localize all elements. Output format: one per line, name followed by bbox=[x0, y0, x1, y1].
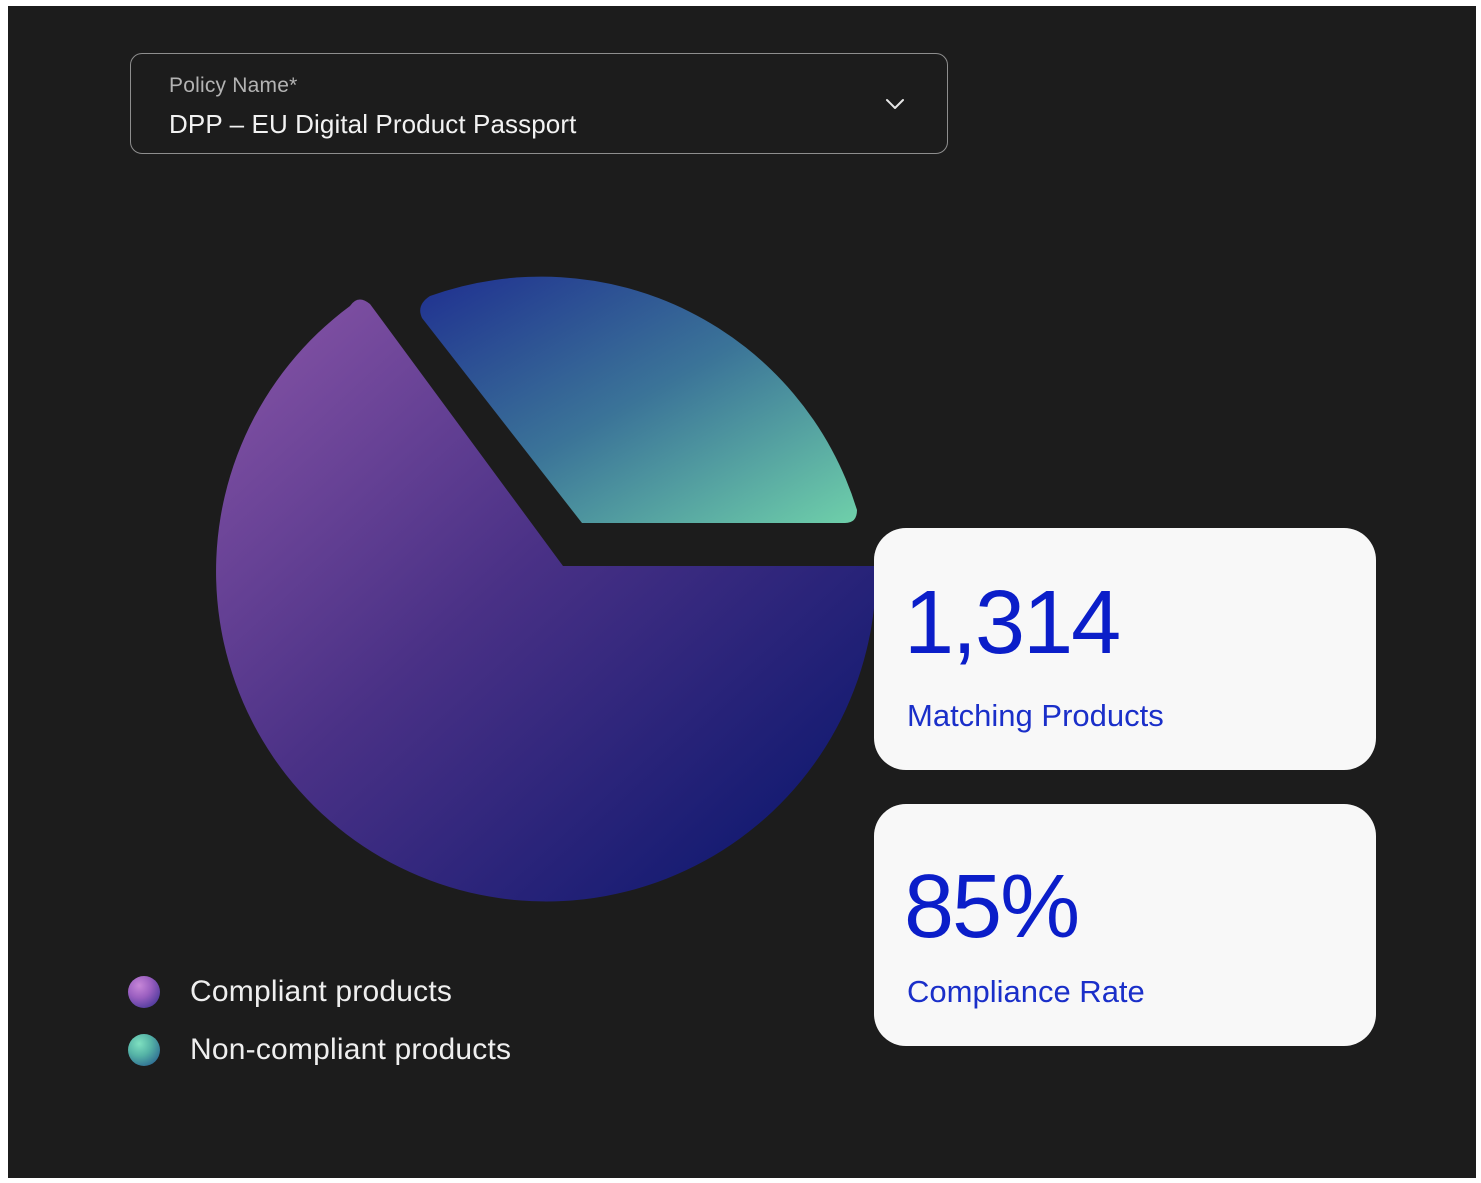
compliance-rate-card: 85% Compliance Rate bbox=[874, 804, 1376, 1046]
legend-label-compliant: Compliant products bbox=[190, 975, 453, 1008]
legend-label-noncompliant: Non-compliant products bbox=[190, 1033, 512, 1066]
compliance-rate-label: Compliance Rate bbox=[907, 974, 1145, 1009]
legend-dot-noncompliant bbox=[128, 1034, 160, 1066]
matching-products-label: Matching Products bbox=[907, 698, 1164, 733]
legend-dot-compliant bbox=[128, 976, 160, 1008]
legend-item-noncompliant: Non-compliant products bbox=[128, 1030, 511, 1070]
matching-products-card: 1,314 Matching Products bbox=[874, 528, 1376, 770]
compliance-rate-value: 85% bbox=[904, 857, 1080, 957]
matching-products-count: 1,314 bbox=[904, 573, 1121, 673]
legend-item-compliant: Compliant products bbox=[128, 972, 452, 1012]
